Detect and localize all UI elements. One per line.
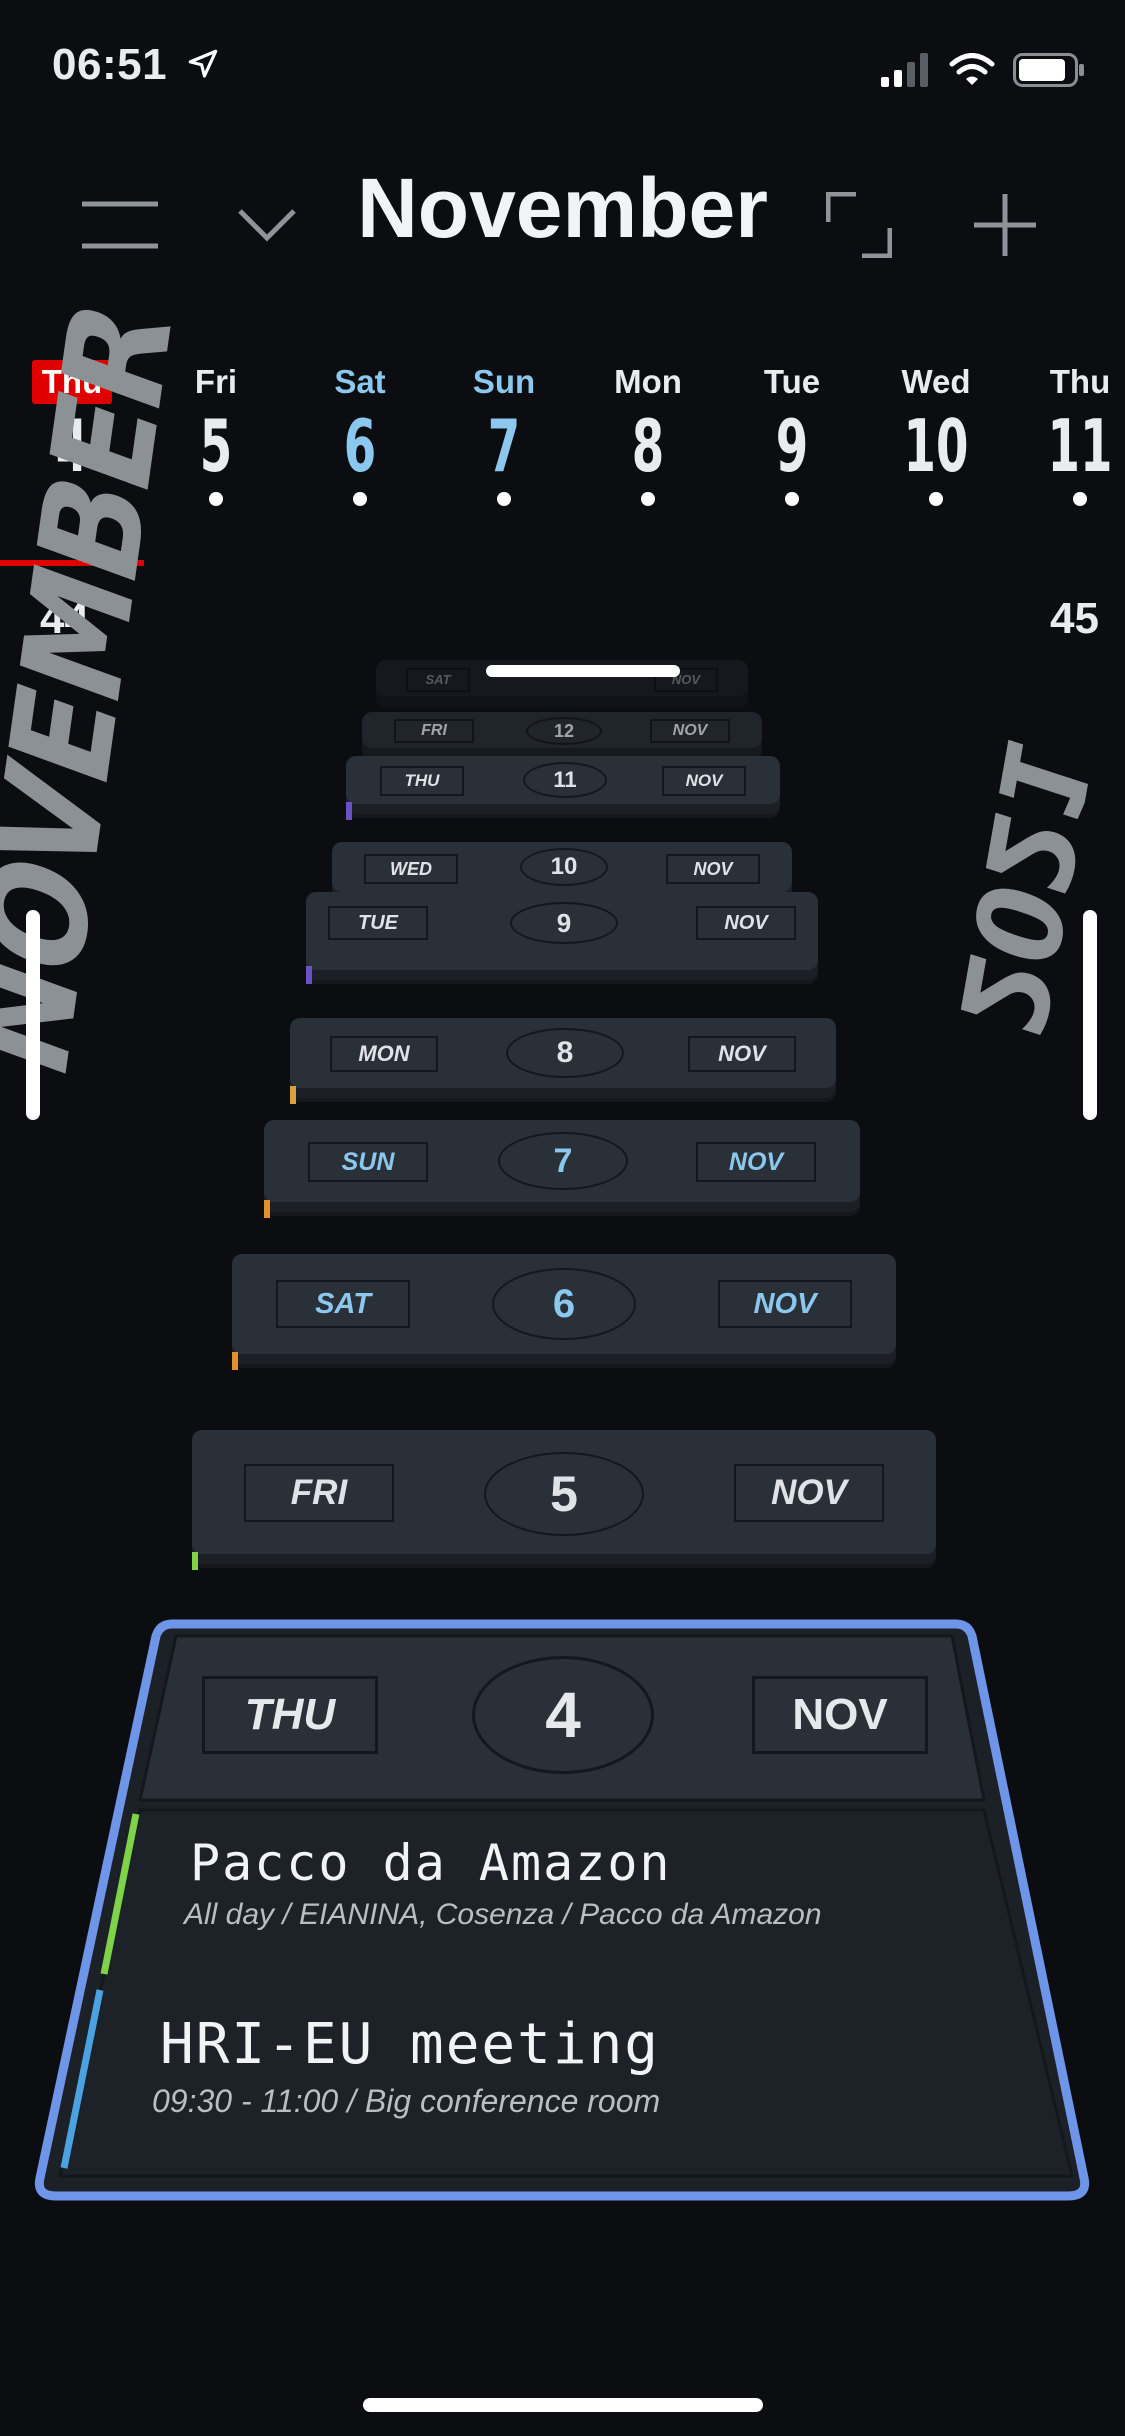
event-item[interactable]: HRI-EU meeting 09:30 - 11:00 / Big confe… (152, 2012, 1020, 2120)
event-details: All day / EIANINA, Cosenza / Pacco da Am… (184, 1898, 822, 1931)
event-title: HRI-EU meeting (160, 2012, 661, 2077)
event-details: 09:30 - 11:00 / Big conference room (152, 2083, 661, 2119)
event-item[interactable]: Pacco da Amazon All day / EIANINA, Cosen… (184, 1834, 990, 1932)
home-indicator (363, 2398, 763, 2412)
event-title: Pacco da Amazon (190, 1834, 672, 1892)
selected-day-label: THU (202, 1676, 378, 1754)
selected-date-circle: 4 (472, 1656, 654, 1774)
selected-month-label: NOV (752, 1676, 928, 1754)
